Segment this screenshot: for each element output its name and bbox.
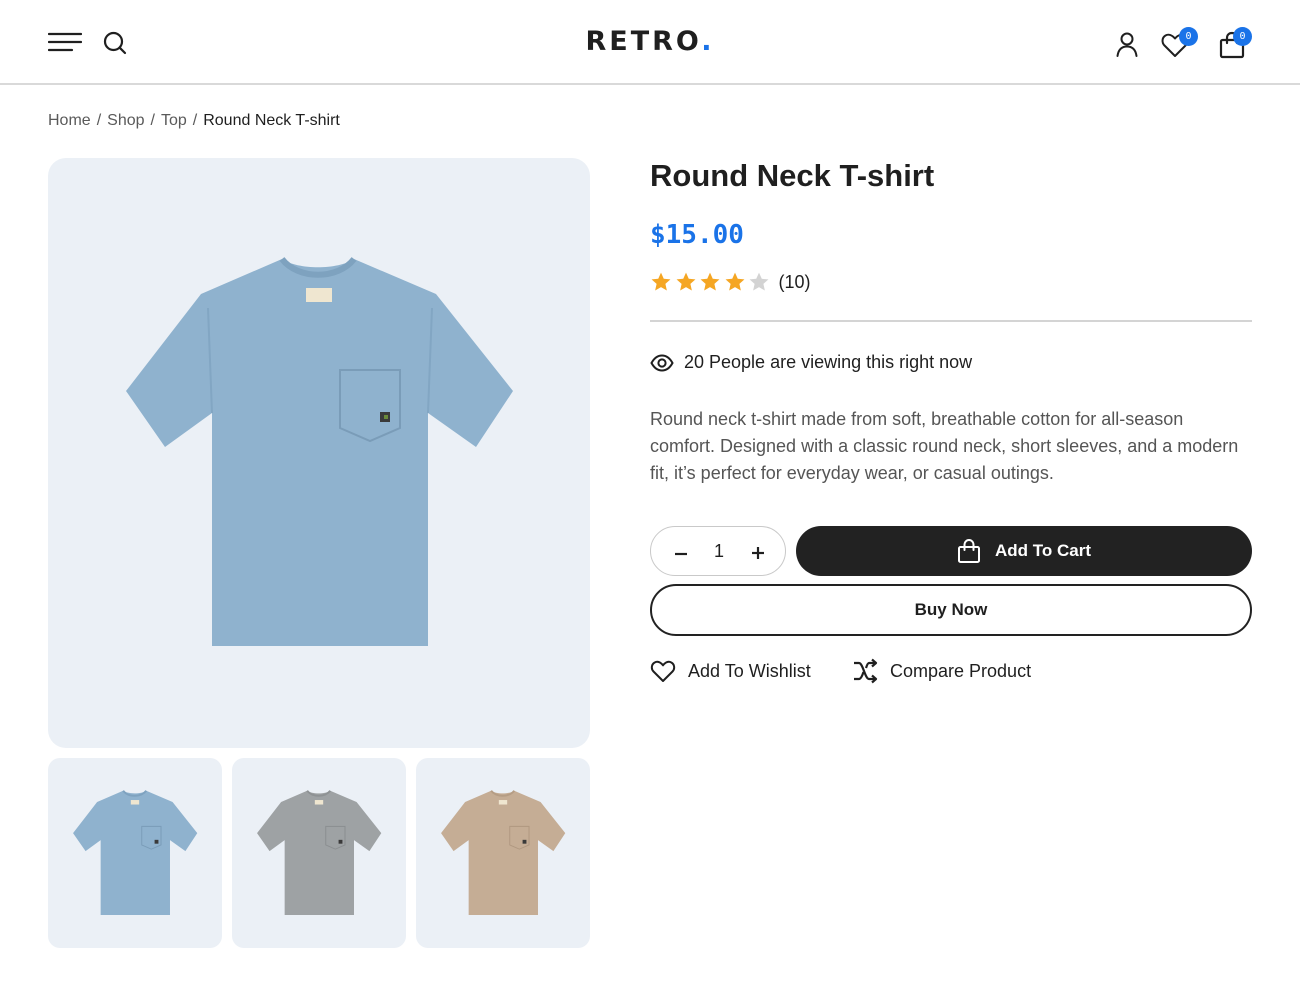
breadcrumb-current: Round Neck T-shirt [203,112,340,129]
compare-label: Compare Product [890,660,1032,681]
breadcrumb-separator: / [96,112,102,129]
logo-dot: . [701,26,715,57]
buy-now-label: Buy Now [914,600,988,619]
plus-icon [752,547,764,559]
breadcrumb-separator: / [192,112,198,129]
tshirt-image-grey [257,790,382,915]
divider [650,320,1252,322]
quantity-increase-button[interactable] [748,540,768,564]
viewers-text: 20 People are viewing this right now [684,352,973,372]
site-logo[interactable]: RETRO. [0,26,1300,57]
quantity-stepper [650,526,786,576]
wishlist-label: Add To Wishlist [688,660,811,681]
user-icon[interactable] [1113,30,1141,58]
live-viewers: 20 People are viewing this right now [650,352,972,373]
wishlist-count-badge: 0 [1179,27,1198,46]
main-product-image[interactable] [48,158,590,748]
add-to-cart-button[interactable]: Add To Cart [796,526,1252,576]
product-rating[interactable]: (10) [650,270,811,294]
star-filled-icon [651,272,671,291]
product-description: Round neck t-shirt made from soft, breat… [650,409,1239,483]
breadcrumb: Home / Shop / Top / Round Neck T-shirt [48,112,340,130]
star-filled-icon [725,272,744,291]
star-empty-icon [749,272,769,291]
product-title: Round Neck T-shirt [650,158,935,193]
quantity-input[interactable] [699,539,739,563]
star-filled-icon [676,272,695,291]
cart-count-badge: 0 [1233,27,1252,46]
compare-product-link[interactable]: Compare Product [852,656,1031,686]
cart-header-button[interactable]: 0 [1217,27,1252,60]
quantity-decrease-button[interactable] [671,540,691,564]
heart-icon [650,660,676,682]
rating-count: (10) [778,271,811,292]
eye-icon [650,353,674,372]
thumbnail-grey[interactable] [232,758,406,948]
add-to-wishlist-link[interactable]: Add To Wishlist [650,656,811,686]
breadcrumb-shop[interactable]: Shop [107,112,144,129]
breadcrumb-top[interactable]: Top [161,112,187,129]
wishlist-header-button[interactable]: 0 [1160,27,1198,60]
thumbnail-beige[interactable] [416,758,590,948]
thumbnail-blue[interactable] [48,758,222,948]
shuffle-icon [854,658,878,684]
tshirt-image-blue [73,790,198,915]
tshirt-image-beige [441,790,566,915]
minus-icon [675,552,687,556]
site-header: RETRO. 0 0 [0,0,1300,85]
star-filled-icon [700,272,720,291]
logo-text: RETRO [585,26,702,57]
breadcrumb-separator: / [150,112,155,129]
tshirt-image [126,256,513,646]
shopping-bag-icon [957,538,980,563]
breadcrumb-home[interactable]: Home [48,112,91,129]
product-price: $15.00 [650,220,744,250]
buy-now-button[interactable]: Buy Now [650,584,1252,636]
add-to-cart-label: Add To Cart [994,541,1091,560]
